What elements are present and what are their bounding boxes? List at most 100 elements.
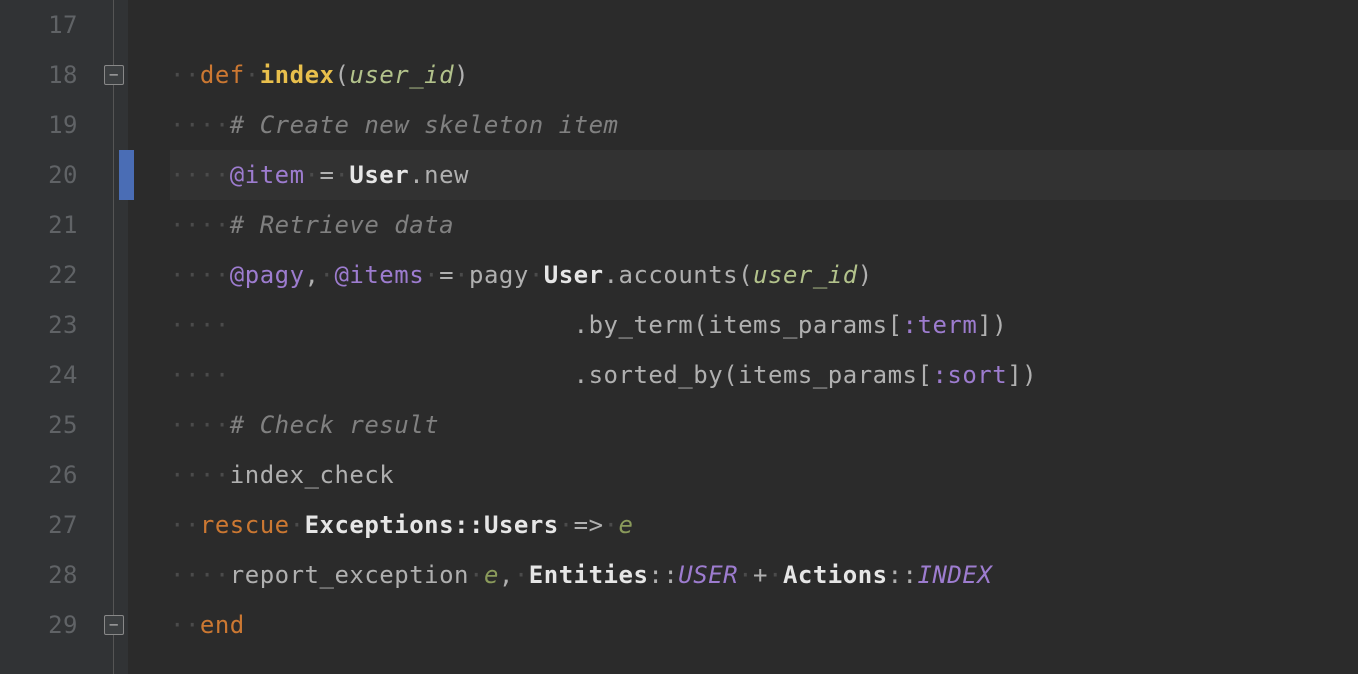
symbol: :term	[903, 311, 978, 339]
code-line[interactable]: ···· .sorted_by(items_params[:sort])	[170, 350, 1358, 400]
class-name: Actions	[783, 561, 888, 589]
whitespace-dots: ·	[454, 261, 469, 289]
line-number: 22	[0, 250, 78, 300]
keyword-def: def	[200, 61, 245, 89]
variable: e	[484, 561, 499, 589]
line-number: 24	[0, 350, 78, 400]
whitespace-dots: ·	[559, 511, 574, 539]
breakpoint-stripe	[119, 150, 128, 200]
method-call: accounts	[619, 261, 739, 289]
bracket-close: ]	[1007, 361, 1022, 389]
line-number: 21	[0, 200, 78, 250]
paren-close: )	[992, 311, 1007, 339]
class-name: Users	[484, 511, 559, 539]
param: user_id	[349, 61, 454, 89]
class-name: Exceptions	[305, 511, 455, 539]
whitespace-dots: ····	[170, 211, 230, 239]
whitespace-dots: ·	[305, 161, 320, 189]
code-line[interactable]: ··rescue·Exceptions::Users·=>·e	[170, 500, 1358, 550]
comment: # Retrieve data	[230, 211, 454, 239]
method-name: index	[260, 61, 335, 89]
paren-close: )	[454, 61, 469, 89]
code-line[interactable]: ····report_exception·e,·Entities::USER·+…	[170, 550, 1358, 600]
operator: =	[320, 161, 335, 189]
bracket-close: ]	[977, 311, 992, 339]
whitespace-dots: ·	[514, 561, 529, 589]
identifier: items_params	[708, 311, 887, 339]
paren-open: (	[693, 311, 708, 339]
whitespace-dots: ·	[424, 261, 439, 289]
whitespace-dots: ····	[170, 561, 230, 589]
dot-op: .	[574, 311, 589, 339]
line-number: 23	[0, 300, 78, 350]
code-line[interactable]: ····# Check result	[170, 400, 1358, 450]
method-call: pagy	[469, 261, 529, 289]
whitespace-dots: ····	[170, 411, 230, 439]
bracket-open: [	[917, 361, 932, 389]
paren-close: )	[1022, 361, 1037, 389]
whitespace-dots: ··	[170, 611, 200, 639]
ivar: @items	[334, 261, 424, 289]
comma: ,	[305, 261, 320, 289]
scope-op: ::	[454, 511, 484, 539]
whitespace-dots: ····	[170, 111, 230, 139]
ivar: @item	[230, 161, 305, 189]
whitespace-dots: ····	[170, 361, 574, 389]
line-number: 19	[0, 100, 78, 150]
class-name: User	[349, 161, 409, 189]
line-number: 20	[0, 150, 78, 200]
code-line[interactable]: ····# Retrieve data	[170, 200, 1358, 250]
caret-line-marker	[128, 150, 134, 200]
whitespace-dots: ····	[170, 261, 230, 289]
whitespace-dots: ··	[170, 61, 200, 89]
code-area[interactable]: ··def·index(user_id) ····# Create new sk…	[128, 0, 1358, 674]
comment: # Create new skeleton item	[230, 111, 619, 139]
operator: =	[439, 261, 454, 289]
line-number: 18	[0, 50, 78, 100]
constant: USER	[678, 561, 738, 589]
keyword-rescue: rescue	[200, 511, 290, 539]
code-line-active[interactable]: ····@item·=·User.new	[170, 150, 1358, 200]
whitespace-dots: ·	[334, 161, 349, 189]
bracket-open: [	[888, 311, 903, 339]
code-line[interactable]: ··def·index(user_id)	[170, 50, 1358, 100]
whitespace-dots: ·	[529, 261, 544, 289]
line-number: 17	[0, 0, 78, 50]
method-call: report_exception	[230, 561, 469, 589]
keyword-end: end	[200, 611, 245, 639]
constant: INDEX	[918, 561, 993, 589]
param: user_id	[753, 261, 858, 289]
whitespace-dots: ·	[469, 561, 484, 589]
code-editor[interactable]: 17 18 19 20 21 22 23 24 25 26 27 28 29 −…	[0, 0, 1358, 674]
line-number: 27	[0, 500, 78, 550]
whitespace-dots: ·	[290, 511, 305, 539]
line-number: 26	[0, 450, 78, 500]
paren-open: (	[334, 61, 349, 89]
code-line[interactable]: ····index_check	[170, 450, 1358, 500]
method-call: by_term	[589, 311, 694, 339]
whitespace-dots: ·	[768, 561, 783, 589]
dot-op: .	[574, 361, 589, 389]
fold-guide-line	[113, 0, 114, 674]
whitespace-dots: ····	[170, 161, 230, 189]
method-call: new	[424, 161, 469, 189]
scope-op: ::	[888, 561, 918, 589]
line-number: 29	[0, 600, 78, 650]
method-call: index_check	[230, 461, 394, 489]
whitespace-dots: ····	[170, 311, 574, 339]
line-number-gutter: 17 18 19 20 21 22 23 24 25 26 27 28 29	[0, 0, 100, 674]
fold-collapse-icon[interactable]: −	[104, 65, 124, 85]
code-line[interactable]: ····@pagy,·@items·=·pagy·User.accounts(u…	[170, 250, 1358, 300]
identifier: items_params	[738, 361, 917, 389]
variable: e	[619, 511, 634, 539]
fold-collapse-icon[interactable]: −	[104, 615, 124, 635]
line-number: 25	[0, 400, 78, 450]
code-line[interactable]: ··end	[170, 600, 1358, 650]
class-name: Entities	[529, 561, 649, 589]
method-call: sorted_by	[589, 361, 724, 389]
code-line[interactable]: ···· .by_term(items_params[:term])	[170, 300, 1358, 350]
code-line[interactable]: ····# Create new skeleton item	[170, 100, 1358, 150]
paren-close: )	[858, 261, 873, 289]
dot-op: .	[409, 161, 424, 189]
code-line[interactable]	[170, 0, 1358, 50]
